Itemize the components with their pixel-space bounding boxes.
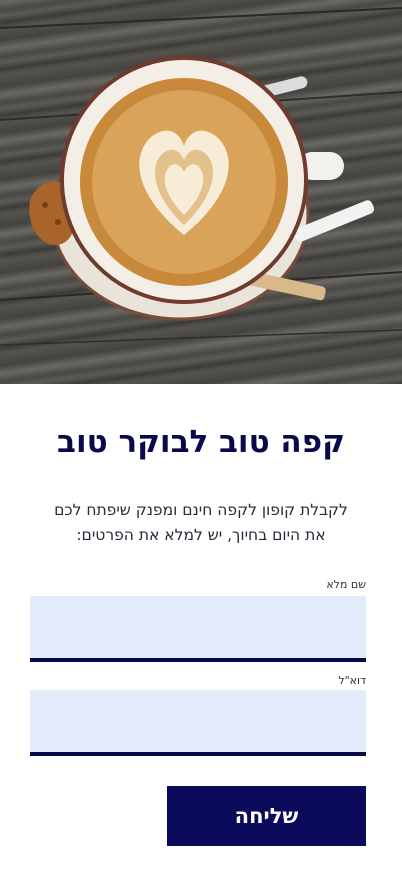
page-title: קפה טוב לבוקר טוב [57, 424, 345, 460]
full-name-label: שם מלא [326, 578, 366, 591]
form-description-line-2: את היום בחיוך, יש למלא את הפרטים: [76, 526, 326, 544]
page: קפה טוב לבוקר טוב לקבלת קופון לקפה חינם … [0, 0, 402, 892]
email-label: דוא"ל [338, 674, 366, 687]
full-name-input[interactable] [30, 596, 366, 662]
form-description-line-1: לקבלת קופון לקפה חינם ומפנק שיפתח לכם [54, 501, 348, 519]
submit-button[interactable]: שליחה [167, 786, 366, 846]
form-section: קפה טוב לבוקר טוב לקבלת קופון לקפה חינם … [0, 384, 402, 892]
email-input[interactable] [30, 690, 366, 756]
form-description: לקבלת קופון לקפה חינם ומפנק שיפתח לכם את… [30, 498, 372, 548]
coffee-cup-illustration [0, 7, 402, 346]
hero-image [0, 0, 402, 384]
